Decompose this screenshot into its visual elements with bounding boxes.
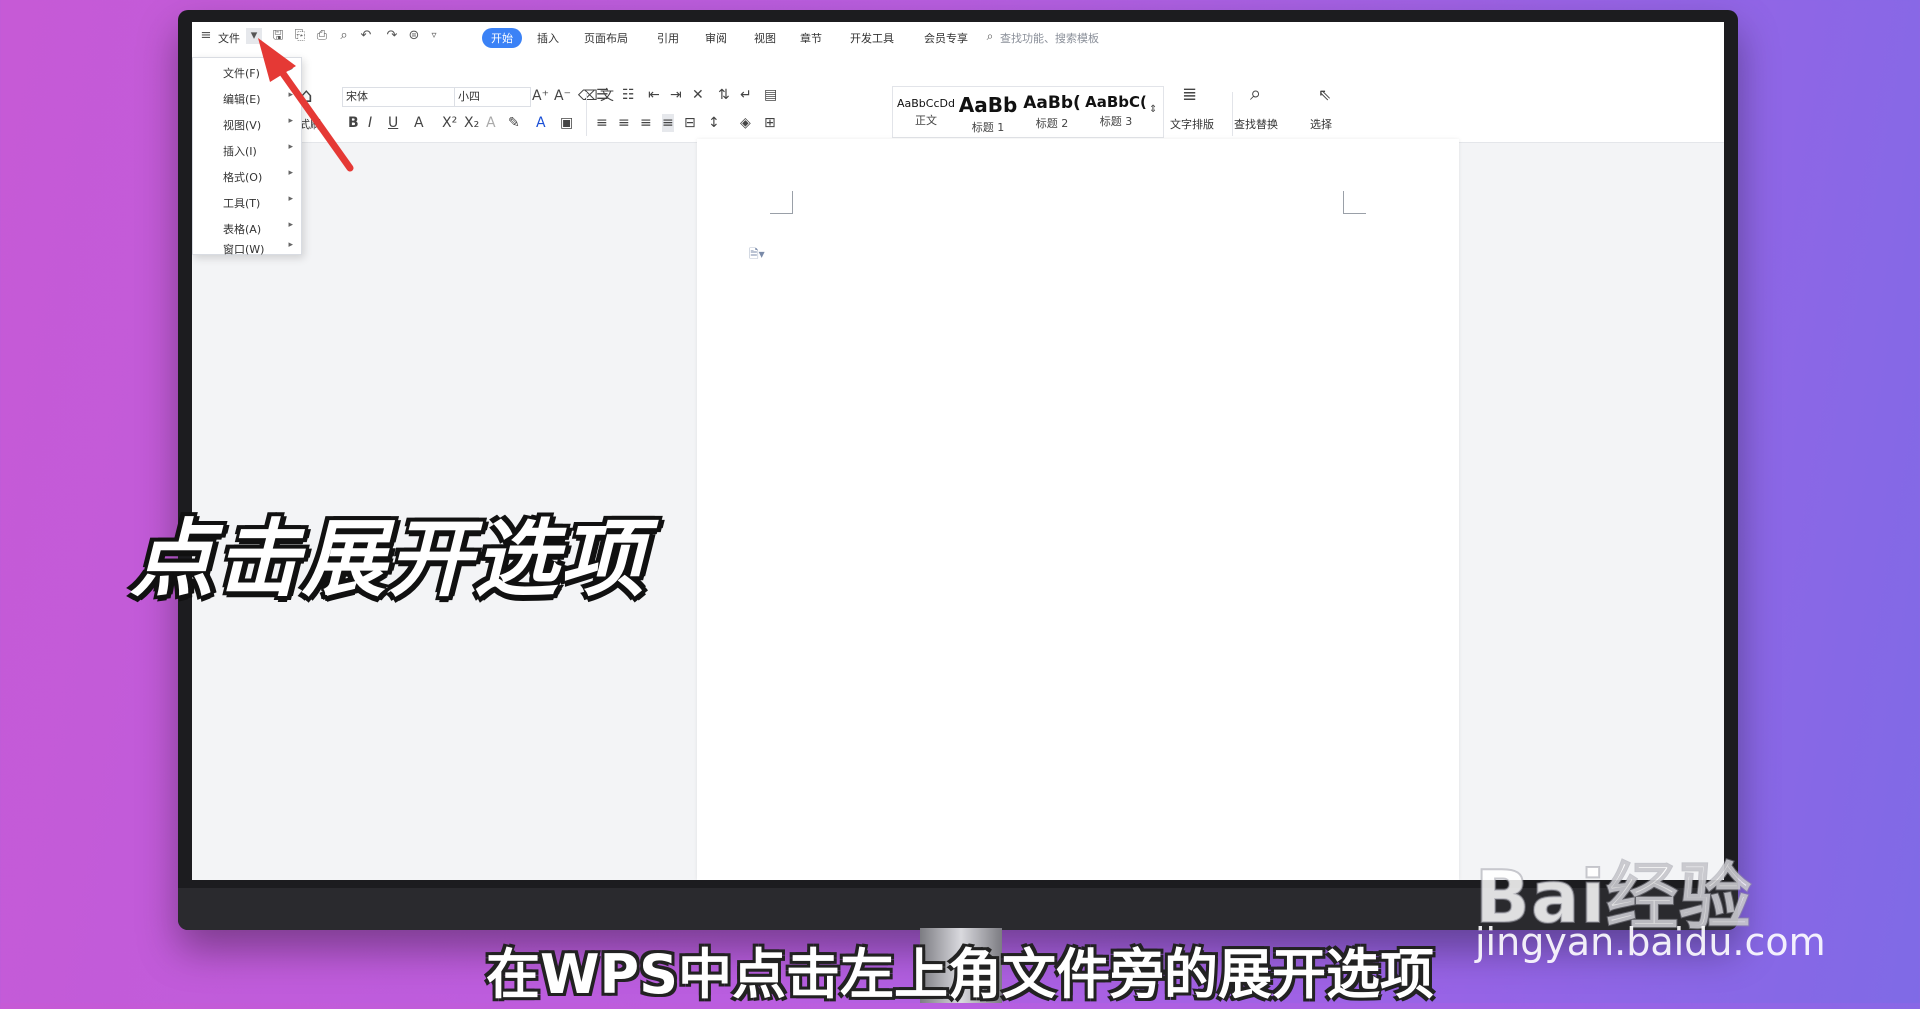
watermark-url: jingyan.baidu.com [1475, 920, 1826, 964]
annotation-arrow-shaft [268, 54, 354, 172]
step-title: 点击展开选项 [130, 510, 647, 608]
annotation-arrow-head [258, 38, 296, 82]
